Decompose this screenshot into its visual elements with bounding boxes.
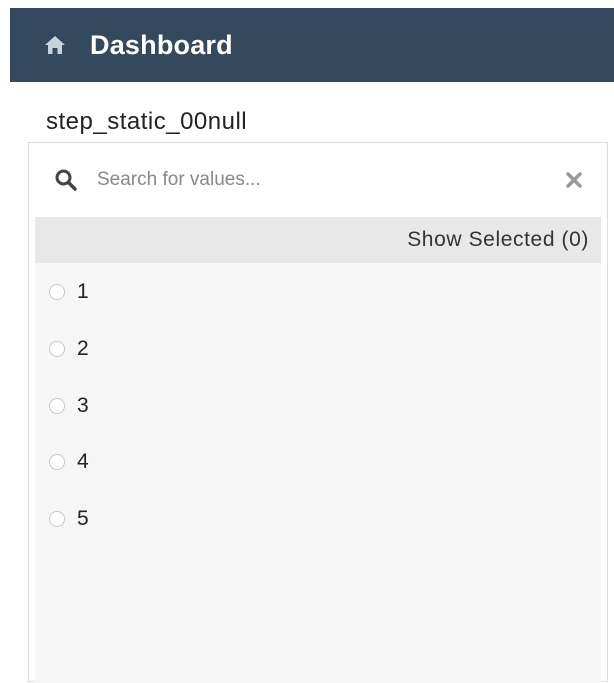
- filter-panel: Show Selected (0) 1 2 3 4 5: [28, 142, 608, 683]
- home-icon[interactable]: [42, 32, 68, 58]
- value-label: 3: [77, 394, 89, 417]
- value-item[interactable]: 5: [49, 504, 89, 534]
- value-label: 4: [77, 450, 89, 473]
- radio-button[interactable]: [49, 284, 65, 300]
- top-nav-bar: Dashboard: [10, 8, 614, 82]
- value-item[interactable]: 1: [49, 277, 89, 307]
- show-selected-button[interactable]: Show Selected (0): [35, 217, 601, 263]
- radio-button[interactable]: [49, 454, 65, 470]
- search-icon: [53, 167, 79, 193]
- radio-button[interactable]: [49, 398, 65, 414]
- value-item[interactable]: 4: [49, 447, 89, 477]
- value-item[interactable]: 3: [49, 391, 89, 421]
- values-list: 1 2 3 4 5: [35, 263, 601, 683]
- search-input[interactable]: [97, 165, 527, 195]
- dashboard-title[interactable]: Dashboard: [90, 30, 233, 61]
- clear-search-icon[interactable]: [563, 169, 585, 191]
- value-label: 5: [77, 507, 89, 530]
- value-label: 2: [77, 337, 89, 360]
- show-selected-label: Show Selected (0): [407, 228, 589, 251]
- search-row: [29, 143, 607, 217]
- value-item[interactable]: 2: [49, 334, 89, 364]
- filter-label: step_static_00null: [46, 108, 248, 135]
- radio-button[interactable]: [49, 341, 65, 357]
- value-label: 1: [77, 280, 89, 303]
- radio-button[interactable]: [49, 511, 65, 527]
